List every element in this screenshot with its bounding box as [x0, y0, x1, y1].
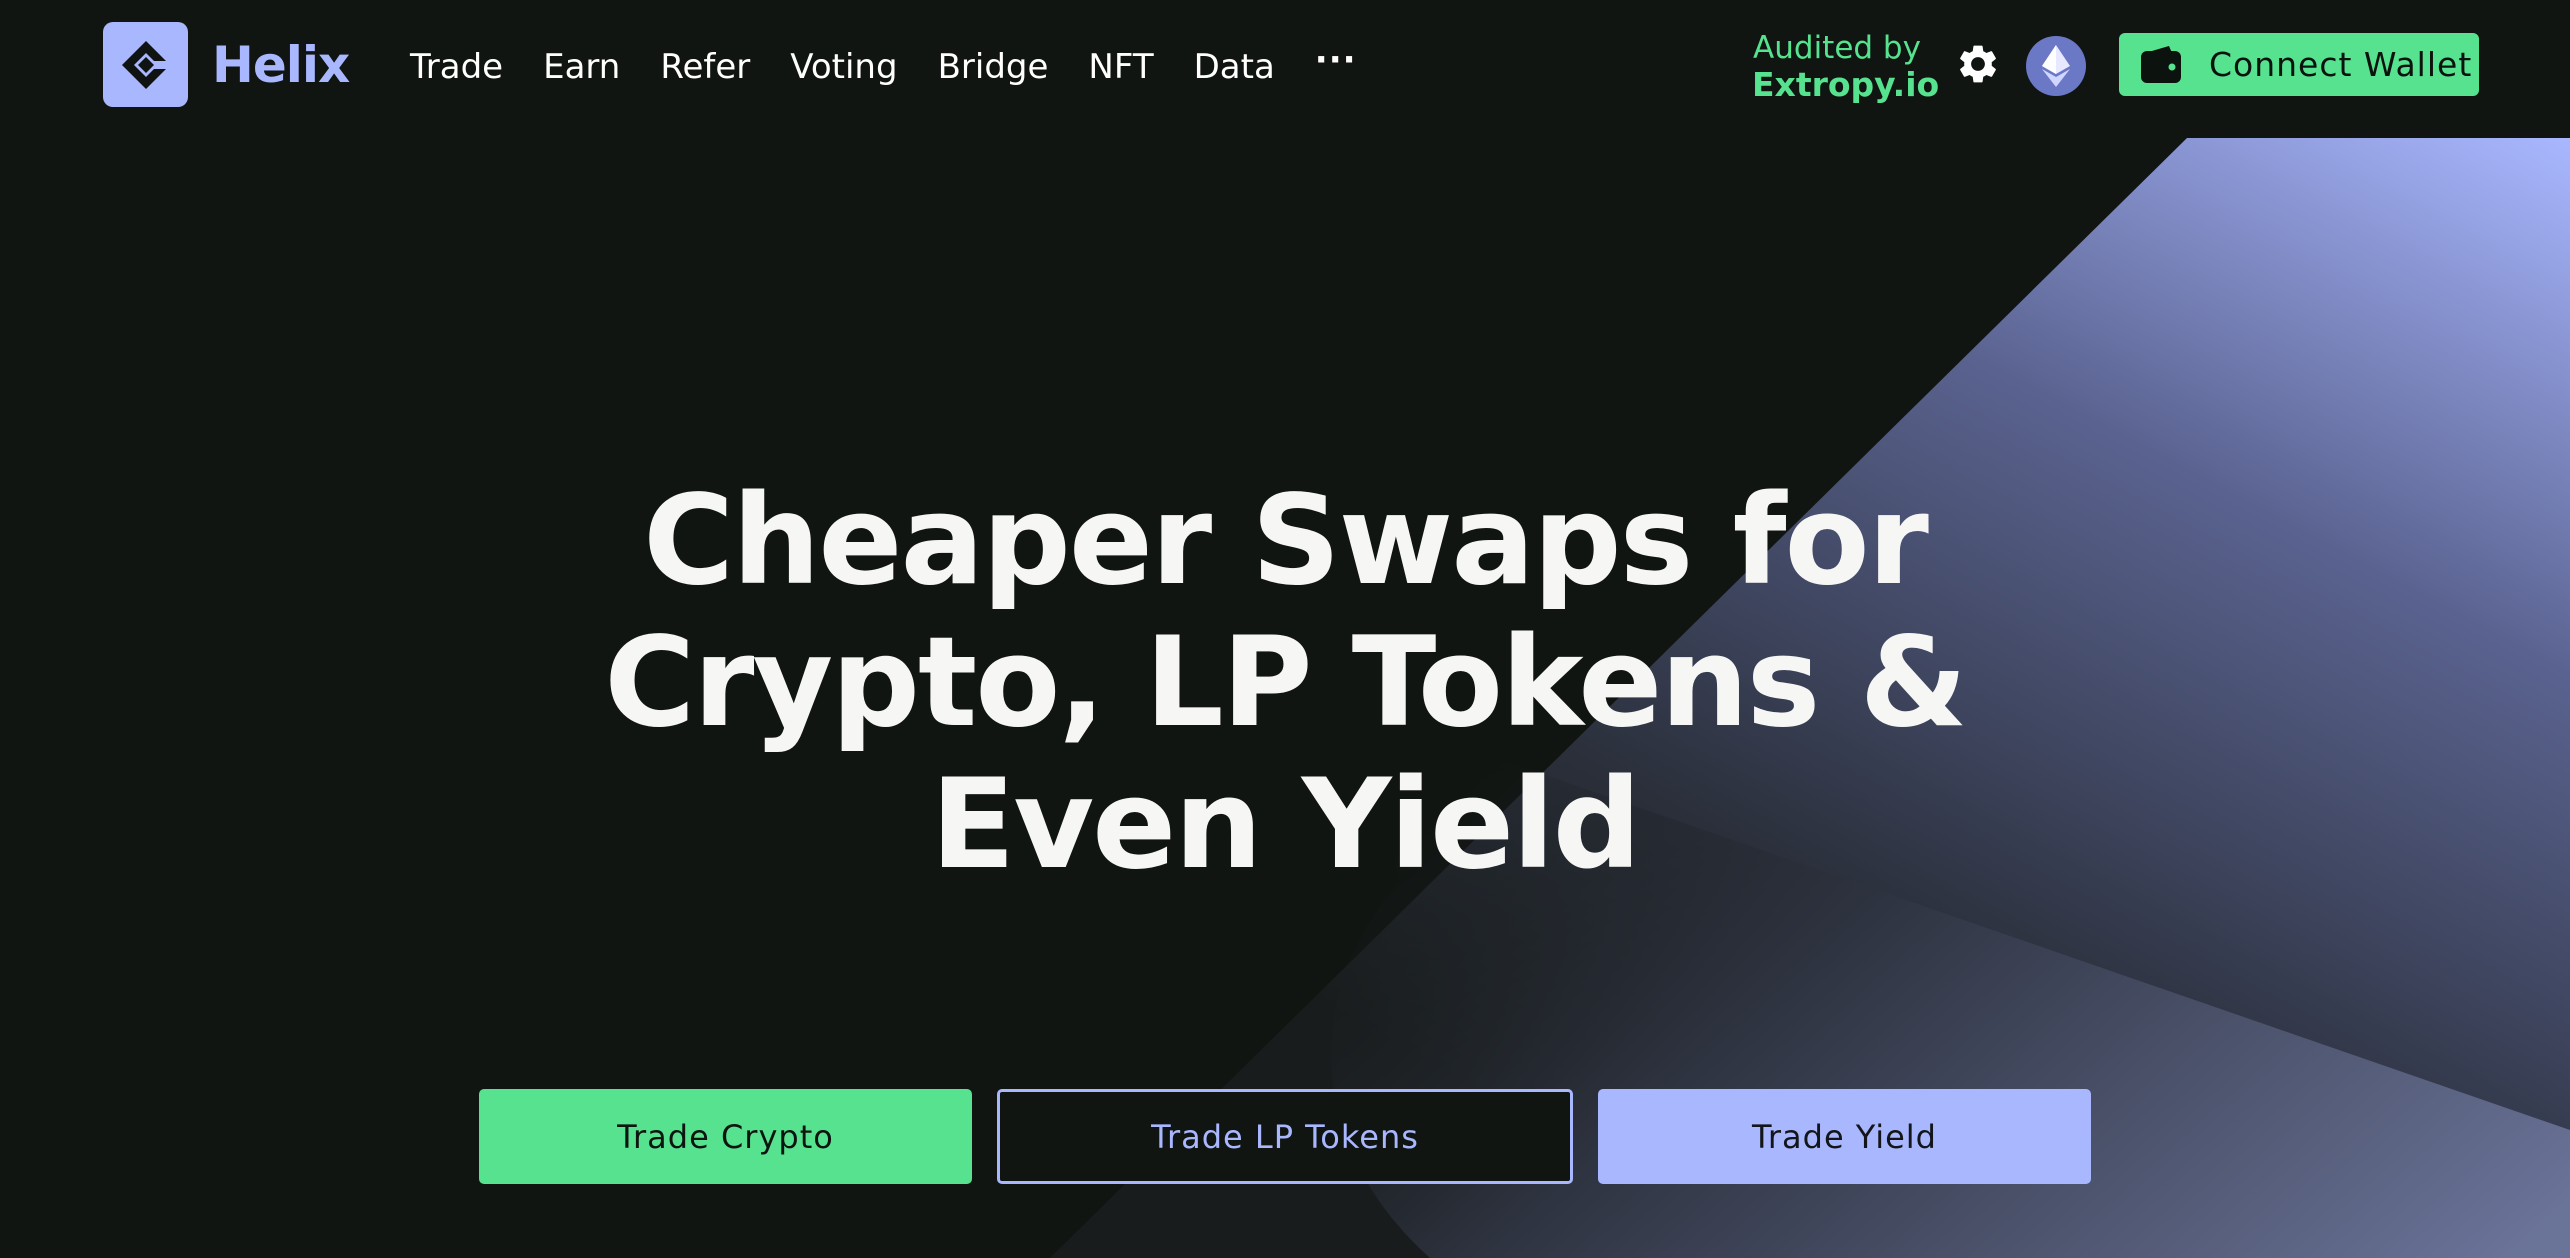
trade-lp-tokens-button[interactable]: Trade LP Tokens [997, 1089, 1573, 1184]
audit-label: Audited by [1753, 30, 1921, 66]
nav-item-trade[interactable]: Trade [410, 40, 503, 94]
connect-wallet-button[interactable]: Connect Wallet [2119, 33, 2479, 96]
nav-item-bridge[interactable]: Bridge [938, 40, 1049, 94]
hero-heading: Cheaper Swaps for Crypto, LP Tokens & Ev… [0, 470, 2570, 896]
trade-yield-button[interactable]: Trade Yield [1598, 1089, 2091, 1184]
nav-item-earn[interactable]: Earn [543, 40, 620, 94]
hero-line-2: Crypto, LP Tokens & [604, 611, 1967, 755]
gear-icon[interactable] [1955, 41, 2001, 87]
ethereum-icon[interactable] [2026, 36, 2086, 96]
nav-item-data[interactable]: Data [1194, 40, 1275, 94]
hero-line-3: Even Yield [930, 753, 1642, 897]
wallet-icon [2141, 45, 2181, 83]
nav-item-nft[interactable]: NFT [1088, 40, 1153, 94]
auditor-name: Extropy.io [1752, 65, 1940, 104]
nav-item-voting[interactable]: Voting [790, 40, 897, 94]
cta-row: Trade Crypto Trade LP Tokens Trade Yield [0, 1089, 2570, 1184]
connect-wallet-label: Connect Wallet [2209, 45, 2473, 84]
audit-badge[interactable]: Audited by Extropy.io [1752, 30, 1940, 104]
brand-name[interactable]: Helix [212, 30, 350, 100]
main-nav: Trade Earn Refer Voting Bridge NFT Data … [410, 40, 1357, 94]
helix-logo-icon[interactable] [103, 22, 188, 107]
trade-crypto-button[interactable]: Trade Crypto [479, 1089, 972, 1184]
page: Helix Trade Earn Refer Voting Bridge NFT… [0, 0, 2570, 1258]
hero-line-1: Cheaper Swaps for [643, 469, 1929, 613]
more-menu-icon[interactable]: ··· [1315, 40, 1357, 80]
nav-item-refer[interactable]: Refer [660, 40, 750, 94]
top-navbar: Helix Trade Earn Refer Voting Bridge NFT… [0, 0, 2570, 131]
